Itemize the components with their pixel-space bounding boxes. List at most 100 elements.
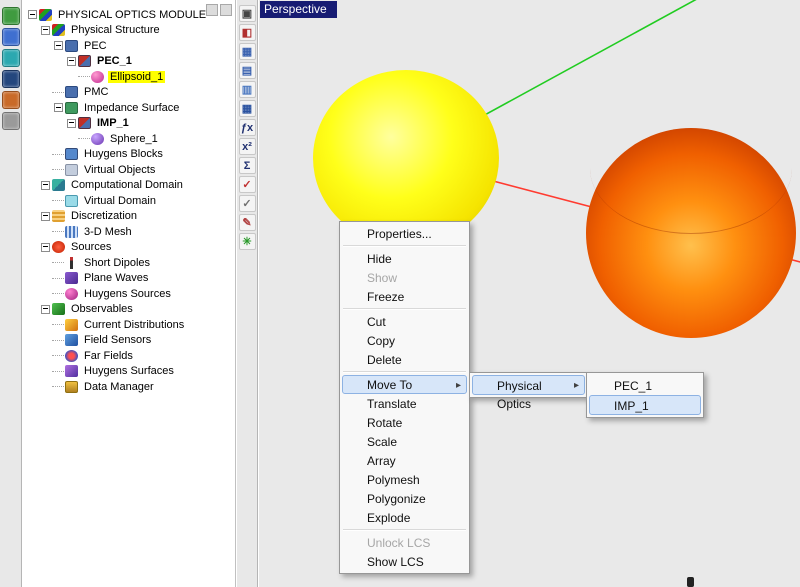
panel-controls	[206, 4, 232, 16]
module-teal-icon[interactable]	[2, 49, 20, 67]
module-green-icon[interactable]	[2, 7, 20, 25]
table-icon[interactable]: ▥	[239, 81, 256, 98]
project-tree: PHYSICAL OPTICS MODULEPhysical Structure…	[23, 0, 235, 395]
submenu-arrow-icon: ▸	[456, 377, 461, 394]
menu-item-array[interactable]: Array	[342, 451, 467, 470]
tree-item-field-sensors[interactable]: Field Sensors	[26, 333, 235, 349]
check-gray-icon[interactable]: ✓	[239, 195, 256, 212]
tree-item-impedance-surface[interactable]: Impedance Surface	[26, 100, 235, 116]
tree-item-computational-domain[interactable]: Computational Domain	[26, 178, 235, 194]
tree-indent	[26, 76, 78, 77]
tree-item-physical-optics-module[interactable]: PHYSICAL OPTICS MODULE	[26, 7, 235, 23]
submenu-arrow-icon: ▸	[574, 377, 579, 395]
tree-collapse-minus-icon[interactable]	[41, 243, 50, 252]
tree-item-label: Virtual Domain	[82, 195, 158, 207]
fx-icon[interactable]: ƒx	[239, 119, 256, 136]
menu-item-hide[interactable]: Hide	[342, 249, 467, 268]
tree-collapse-minus-icon[interactable]	[41, 181, 50, 190]
menu-item-physical-optics[interactable]: Physical Optics▸	[472, 375, 585, 395]
menu-item-label: Unlock LCS	[367, 536, 430, 550]
star-green-icon[interactable]: ✳	[239, 233, 256, 250]
sphere-object[interactable]	[586, 128, 796, 338]
tree-item-sources[interactable]: Sources	[26, 240, 235, 256]
module-gray-icon[interactable]	[2, 112, 20, 130]
tree-collapse-minus-icon[interactable]	[54, 103, 63, 112]
check-red-icon[interactable]: ✓	[239, 176, 256, 193]
tree-item-data-manager[interactable]: Data Manager	[26, 379, 235, 395]
tree-collapse-minus-icon[interactable]	[41, 212, 50, 221]
tree-connector	[52, 340, 64, 341]
tree-item-pmc[interactable]: PMC	[26, 85, 235, 101]
tree-item-physical-structure[interactable]: Physical Structure	[26, 23, 235, 39]
menu-item-move-to[interactable]: Move To▸	[342, 375, 467, 394]
module-orange-icon[interactable]	[2, 91, 20, 109]
menu-item-pec-1[interactable]: PEC_1	[589, 375, 701, 395]
tree-collapse-minus-icon[interactable]	[54, 41, 63, 50]
tree-item-pec[interactable]: PEC	[26, 38, 235, 54]
menu-item-properties[interactable]: Properties...	[342, 224, 467, 243]
tree-item-far-fields[interactable]: Far Fields	[26, 348, 235, 364]
tree-item-label: Data Manager	[82, 381, 156, 393]
tree-item-discretization[interactable]: Discretization	[26, 209, 235, 225]
tree-indent	[26, 216, 39, 217]
palette-icon[interactable]: ◧	[239, 24, 256, 41]
tree-indent	[26, 169, 52, 170]
snapshot-icon[interactable]: ▣	[239, 5, 256, 22]
module-blue-icon[interactable]	[2, 28, 20, 46]
tree-collapse-minus-icon[interactable]	[67, 119, 76, 128]
pencil-icon[interactable]: ✎	[239, 214, 256, 231]
tree-item-observables[interactable]: Observables	[26, 302, 235, 318]
menu-item-show-lcs[interactable]: Show LCS	[342, 552, 467, 571]
menu-item-cut[interactable]: Cut	[342, 312, 467, 331]
menu-item-translate[interactable]: Translate	[342, 394, 467, 413]
x-squared-icon[interactable]: x²	[239, 138, 256, 155]
menu-item-freeze[interactable]: Freeze	[342, 287, 467, 306]
tree-item-short-dipoles[interactable]: Short Dipoles	[26, 255, 235, 271]
matrix-icon[interactable]: ▦	[239, 100, 256, 117]
menu-item-unlock-lcs[interactable]: Unlock LCS	[342, 533, 467, 552]
tree-item-imp-1[interactable]: IMP_1	[26, 116, 235, 132]
tree-indent	[26, 123, 65, 124]
menu-item-polygonize[interactable]: Polygonize	[342, 489, 467, 508]
menu-item-polymesh[interactable]: Polymesh	[342, 470, 467, 489]
tree-collapse-minus-icon[interactable]	[28, 10, 37, 19]
tree-indent	[26, 386, 52, 387]
tree-expander-cell	[65, 57, 78, 66]
menu-item-scale[interactable]: Scale	[342, 432, 467, 451]
tree-item-3-d-mesh[interactable]: 3-D Mesh	[26, 224, 235, 240]
tree-item-huygens-surfaces[interactable]: Huygens Surfaces	[26, 364, 235, 380]
tree-item-plane-waves[interactable]: Plane Waves	[26, 271, 235, 287]
panel-options-button[interactable]	[206, 4, 218, 16]
menu-item-show[interactable]: Show	[342, 268, 467, 287]
menu-item-rotate[interactable]: Rotate	[342, 413, 467, 432]
tree-item-huygens-blocks[interactable]: Huygens Blocks	[26, 147, 235, 163]
sigma-icon[interactable]: Σ	[239, 157, 256, 174]
layers-icon[interactable]: ▤	[239, 62, 256, 79]
panel-pin-button[interactable]	[220, 4, 232, 16]
tree-item-label: PEC_1	[95, 55, 134, 67]
menu-separator	[343, 308, 466, 310]
tree-item-current-distributions[interactable]: Current Distributions	[26, 317, 235, 333]
tree-item-label: Far Fields	[82, 350, 135, 362]
ellipsoid-object[interactable]	[313, 70, 499, 246]
module-navy-icon[interactable]	[2, 70, 20, 88]
tree-item-sphere-1[interactable]: Sphere_1	[26, 131, 235, 147]
tree-collapse-minus-icon[interactable]	[41, 26, 50, 35]
tree-collapse-minus-icon[interactable]	[67, 57, 76, 66]
menu-item-delete[interactable]: Delete	[342, 350, 467, 369]
tree-item-label: Plane Waves	[82, 272, 150, 284]
tree-collapse-minus-icon[interactable]	[41, 305, 50, 314]
tree-indent	[26, 340, 52, 341]
menu-item-imp-1[interactable]: IMP_1	[589, 395, 701, 415]
menu-item-label: Copy	[367, 334, 395, 348]
grid-icon[interactable]: ▦	[239, 43, 256, 60]
menu-item-explode[interactable]: Explode	[342, 508, 467, 527]
tree-item-ellipsoid-1[interactable]: Ellipsoid_1	[26, 69, 235, 85]
tree-item-virtual-domain[interactable]: Virtual Domain	[26, 193, 235, 209]
menu-item-copy[interactable]: Copy	[342, 331, 467, 350]
tree-item-huygens-sources[interactable]: Huygens Sources	[26, 286, 235, 302]
tree-item-virtual-objects[interactable]: Virtual Objects	[26, 162, 235, 178]
tree-indent	[26, 45, 52, 46]
tree-item-pec-1[interactable]: PEC_1	[26, 54, 235, 70]
tree-connector	[78, 138, 90, 139]
